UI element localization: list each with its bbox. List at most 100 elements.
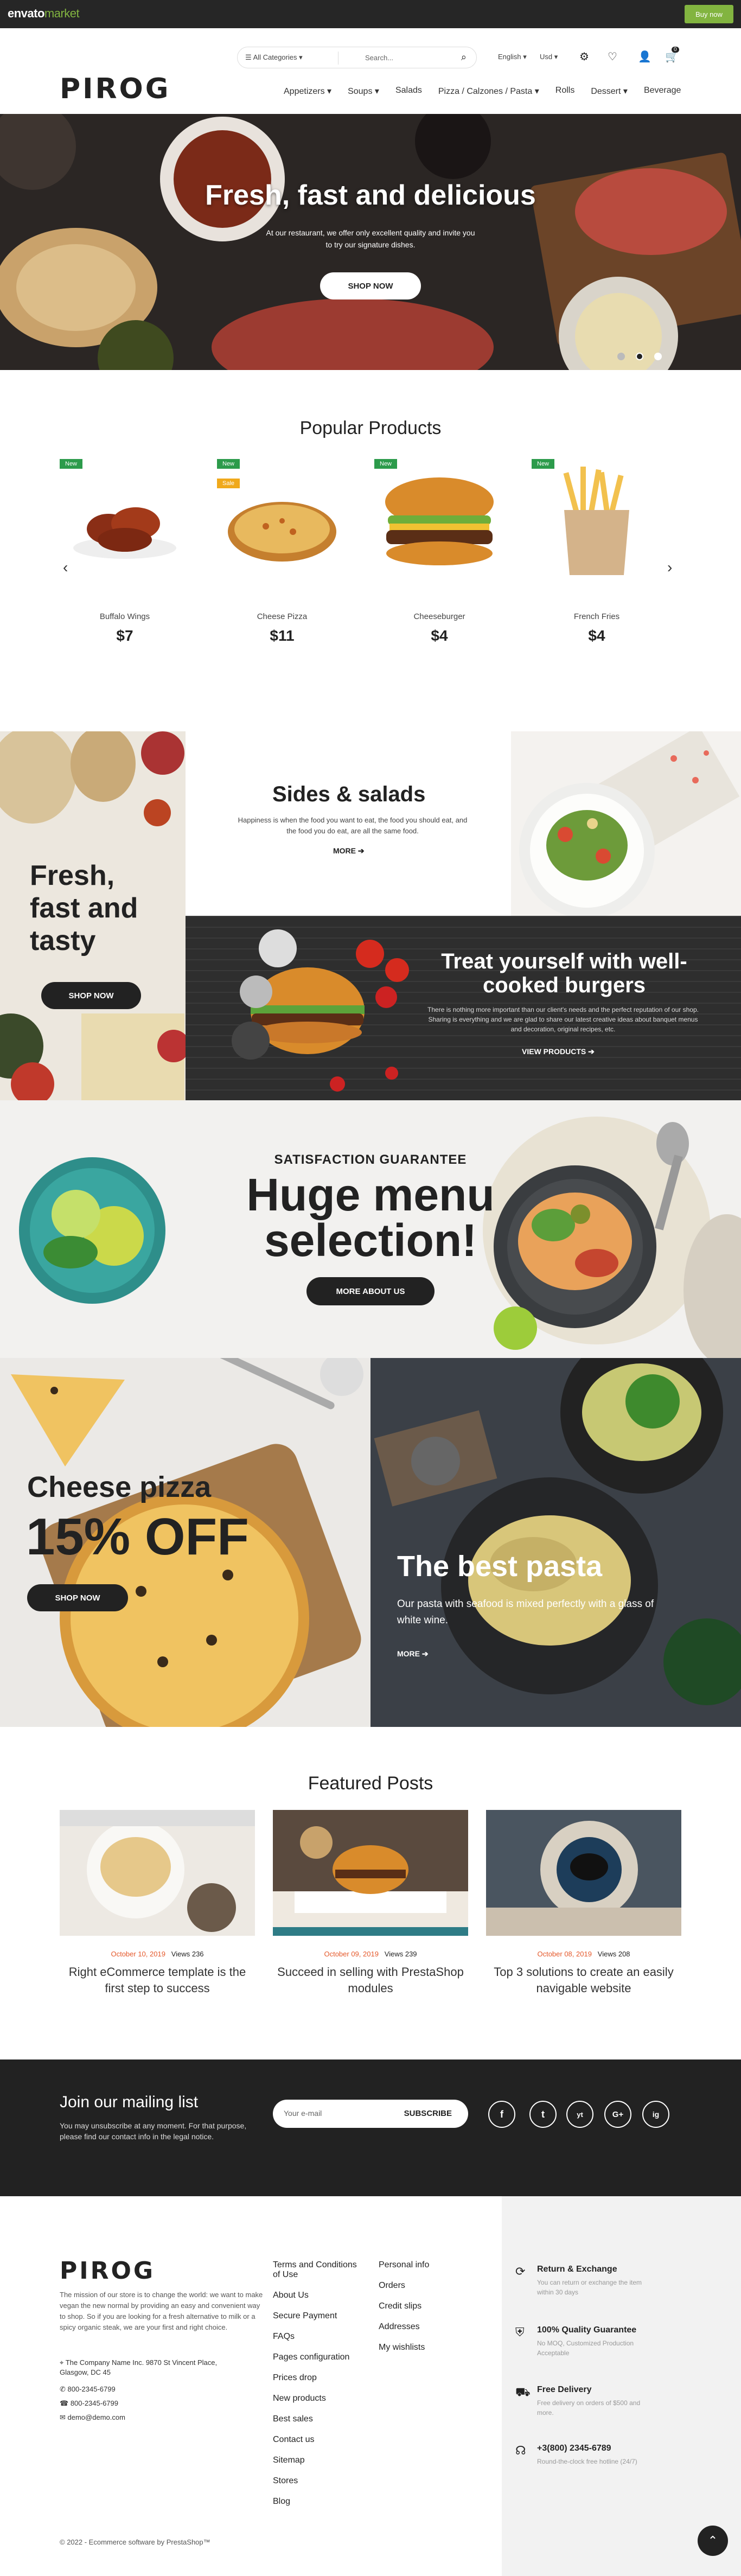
main-menu: Appetizers ▾ Soups ▾ Salads Pizza / Calz…: [284, 86, 681, 97]
menu-item-pizza[interactable]: Pizza / Calzones / Pasta ▾: [438, 86, 539, 97]
menu-item-appetizers[interactable]: Appetizers ▾: [284, 86, 331, 97]
menu-item-label: Appetizers: [284, 87, 325, 96]
hero-shop-now-button[interactable]: SHOP NOW: [320, 272, 421, 299]
footer-email-text: demo@demo.com: [67, 2413, 125, 2421]
menu-item-salads[interactable]: Salads: [395, 86, 422, 97]
post-date: October 08, 2019: [537, 1950, 592, 1958]
footer-logo[interactable]: PIROG: [60, 2257, 155, 2285]
footer-link[interactable]: My wishlists: [379, 2343, 471, 2352]
post-image[interactable]: [486, 1810, 681, 1936]
product-name[interactable]: Buffalo Wings: [60, 612, 190, 621]
footer-links-col2: Personal info Orders Credit slips Addres…: [379, 2260, 471, 2363]
envato-logo[interactable]: envatomarket: [8, 7, 80, 21]
location-icon: ⌖: [60, 2358, 66, 2367]
user-icon[interactable]: 👤: [638, 50, 651, 63]
footer-link[interactable]: Personal info: [379, 2260, 471, 2270]
footer-link[interactable]: Secure Payment: [273, 2311, 365, 2321]
footer-link[interactable]: Blog: [273, 2497, 365, 2507]
footer-link[interactable]: Prices drop: [273, 2373, 365, 2383]
refresh-icon: ⟳: [515, 2265, 526, 2278]
footer-link[interactable]: New products: [273, 2394, 365, 2403]
post-title[interactable]: Right eCommerce template is the first st…: [60, 1964, 255, 1997]
product-card[interactable]: New Buffalo Wings $7: [60, 459, 190, 673]
footer-link[interactable]: Pages configuration: [273, 2352, 365, 2362]
currency-label: Usd: [540, 53, 553, 61]
slider-dot-2[interactable]: [636, 353, 643, 360]
fax-icon: ☎: [60, 2399, 71, 2407]
footer-phone-2-text: 800-2345-6799: [70, 2399, 119, 2407]
pizza-shop-now-button[interactable]: SHOP NOW: [27, 1584, 128, 1611]
subscribe-button[interactable]: SUBSCRIBE: [404, 2109, 452, 2118]
burgers-banner-text: There is nothing more important than our…: [427, 1006, 699, 1033]
email-input[interactable]: Your e-mail: [284, 2109, 322, 2118]
product-card[interactable]: New Sale Cheese Pizza $11: [217, 459, 347, 673]
newsletter-text: You may unsubscribe at any moment. For t…: [60, 2121, 247, 2141]
huge-menu-title: Huge menu selection!: [246, 1169, 495, 1266]
footer-link[interactable]: Orders: [379, 2281, 471, 2291]
product-name[interactable]: Cheeseburger: [374, 612, 504, 621]
post-title[interactable]: Succeed in selling with PrestaShop modul…: [273, 1964, 468, 1997]
settings-icon[interactable]: ⚙: [579, 50, 589, 63]
footer-phone-2[interactable]: ☎ 800-2345-6799: [60, 2399, 118, 2408]
new-badge: New: [532, 459, 555, 469]
footer-link[interactable]: Stores: [273, 2476, 365, 2486]
product-name[interactable]: Cheese Pizza: [217, 612, 347, 621]
wishlist-icon[interactable]: ♡: [608, 50, 617, 63]
product-price: $11: [270, 627, 295, 644]
post-image[interactable]: [60, 1810, 255, 1936]
slider-dot-1[interactable]: [617, 353, 625, 360]
footer-link[interactable]: FAQs: [273, 2332, 365, 2342]
facebook-icon[interactable]: f: [488, 2101, 515, 2128]
menu-item-label: Pizza / Calzones / Pasta: [438, 87, 533, 96]
footer-link[interactable]: Best sales: [273, 2414, 365, 2424]
view-products-link[interactable]: VIEW PRODUCTS ➔: [522, 1047, 595, 1056]
youtube-icon[interactable]: yt: [566, 2101, 593, 2128]
sides-more-link[interactable]: MORE ➔: [333, 846, 365, 856]
fresh-shop-now-button[interactable]: SHOP NOW: [41, 982, 141, 1009]
footer-link[interactable]: Terms and Conditions of Use: [273, 2260, 365, 2280]
footer-link[interactable]: Credit slips: [379, 2301, 471, 2311]
footer-email[interactable]: ✉ demo@demo.com: [60, 2413, 125, 2422]
more-about-us-button[interactable]: MORE ABOUT US: [306, 1277, 435, 1305]
footer-phone-1[interactable]: ✆ 800-2345-6799: [60, 2385, 116, 2394]
menu-icon: ☰: [245, 53, 253, 61]
menu-item-dessert[interactable]: Dessert ▾: [591, 86, 628, 97]
menu-item-soups[interactable]: Soups ▾: [348, 86, 379, 97]
search-input[interactable]: Search...: [365, 54, 393, 62]
post-date: October 09, 2019: [324, 1950, 379, 1958]
product-card[interactable]: New French Fries $4: [532, 459, 662, 673]
post-image[interactable]: [273, 1810, 468, 1936]
post-title[interactable]: Top 3 solutions to create an easily navi…: [486, 1964, 681, 1997]
footer-link[interactable]: About Us: [273, 2291, 365, 2300]
site-logo[interactable]: PIROG: [60, 73, 170, 105]
carousel-next-icon[interactable]: ›: [667, 559, 672, 576]
currency-select[interactable]: Usd ▾: [540, 53, 558, 61]
slider-dot-3[interactable]: [654, 353, 662, 360]
pasta-banner-title: The best pasta: [397, 1550, 603, 1583]
footer-link[interactable]: Sitemap: [273, 2456, 365, 2465]
popular-products-title: Popular Products: [299, 418, 442, 438]
huge-menu-eyebrow: SATISFACTION GUARANTEE: [274, 1152, 467, 1167]
menu-item-beverage[interactable]: Beverage: [644, 86, 681, 97]
service-title: 100% Quality Guarantee: [537, 2325, 637, 2335]
footer-link[interactable]: Contact us: [273, 2435, 365, 2445]
product-name[interactable]: French Fries: [532, 612, 662, 621]
post-views: Views 208: [597, 1950, 630, 1958]
back-to-top-button[interactable]: ⌃: [698, 2526, 728, 2556]
fresh-banner-title: Fresh, fast and tasty: [30, 860, 138, 957]
google-plus-icon[interactable]: G+: [604, 2101, 631, 2128]
language-select[interactable]: English ▾: [498, 53, 527, 61]
instagram-icon[interactable]: ig: [642, 2101, 669, 2128]
product-card[interactable]: New Cheeseburger $4: [374, 459, 504, 673]
phone-icon: ✆: [60, 2385, 68, 2393]
buy-now-button[interactable]: Buy now: [685, 5, 733, 23]
search-icon[interactable]: ⌕: [461, 52, 467, 63]
service-title: Return & Exchange: [537, 2265, 617, 2274]
twitter-icon[interactable]: t: [529, 2101, 557, 2128]
pasta-more-link[interactable]: MORE ➔: [397, 1649, 429, 1659]
view-products-label: VIEW PRODUCTS: [522, 1047, 586, 1056]
footer-link[interactable]: Addresses: [379, 2322, 471, 2332]
menu-item-rolls[interactable]: Rolls: [555, 86, 575, 97]
category-select[interactable]: ☰ All Categories ▾: [245, 53, 303, 62]
footer-address-text: The Company Name Inc. 9870 St Vincent Pl…: [60, 2358, 218, 2376]
